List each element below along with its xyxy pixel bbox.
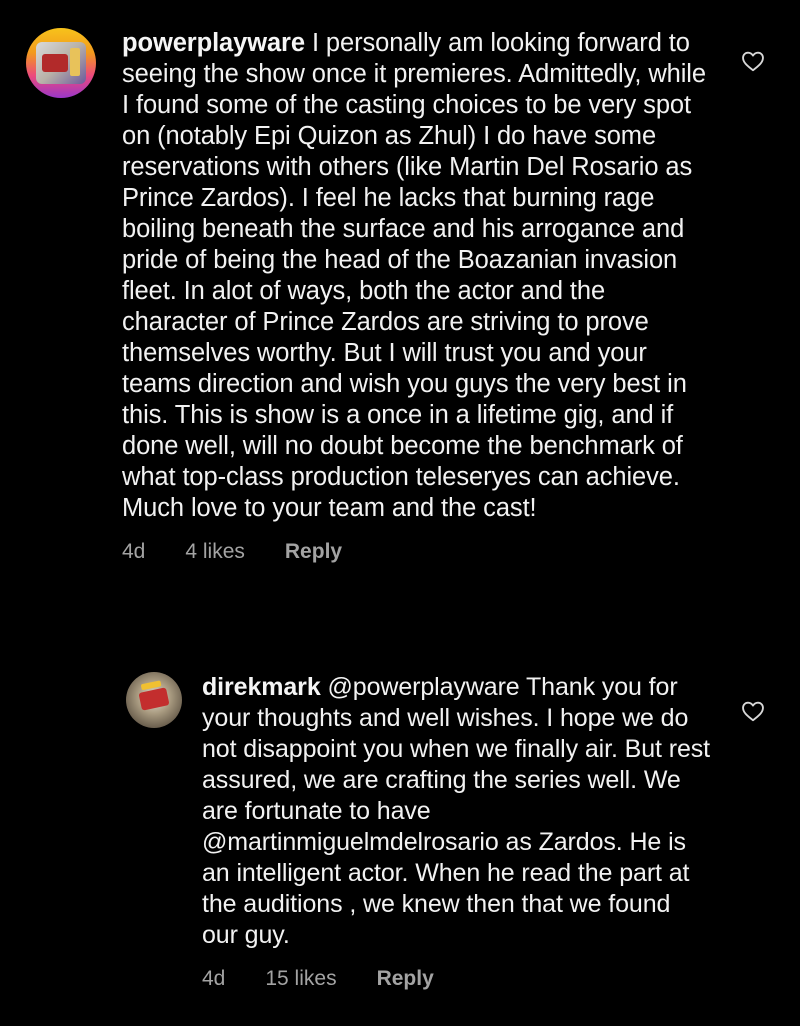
heart-outline-icon[interactable]: [740, 48, 766, 74]
comment-likes[interactable]: 15 likes: [265, 967, 336, 991]
avatar[interactable]: [26, 28, 96, 98]
comment-body: powerplayware I personally am looking fo…: [96, 28, 766, 564]
reply-button[interactable]: Reply: [285, 540, 342, 564]
avatar-image: [138, 687, 170, 711]
comment-age: 4d: [202, 967, 226, 990]
avatar-image: [36, 42, 86, 84]
comment-text: direkmark @powerplayware Thank you for y…: [202, 672, 712, 951]
reply-button[interactable]: Reply: [377, 967, 434, 991]
comment-username[interactable]: direkmark: [202, 673, 321, 701]
comment-username[interactable]: powerplayware: [122, 29, 305, 57]
comment-direkmark: direkmark @powerplayware Thank you for y…: [126, 672, 766, 991]
comment-message: I personally am looking forward to seein…: [122, 29, 706, 522]
comment-body: direkmark @powerplayware Thank you for y…: [182, 672, 766, 991]
comment-meta: 4d 4 likes Reply: [122, 540, 710, 564]
avatar[interactable]: [126, 672, 182, 728]
comment-powerplayware: powerplayware I personally am looking fo…: [26, 28, 766, 564]
comment-meta: 4d 15 likes Reply: [202, 967, 712, 991]
comment-likes[interactable]: 4 likes: [185, 540, 245, 564]
heart-outline-icon[interactable]: [740, 698, 766, 724]
comment-text: powerplayware I personally am looking fo…: [122, 28, 710, 524]
comment-age: 4d: [122, 540, 146, 563]
comment-message: @powerplayware Thank you for your though…: [202, 673, 710, 949]
